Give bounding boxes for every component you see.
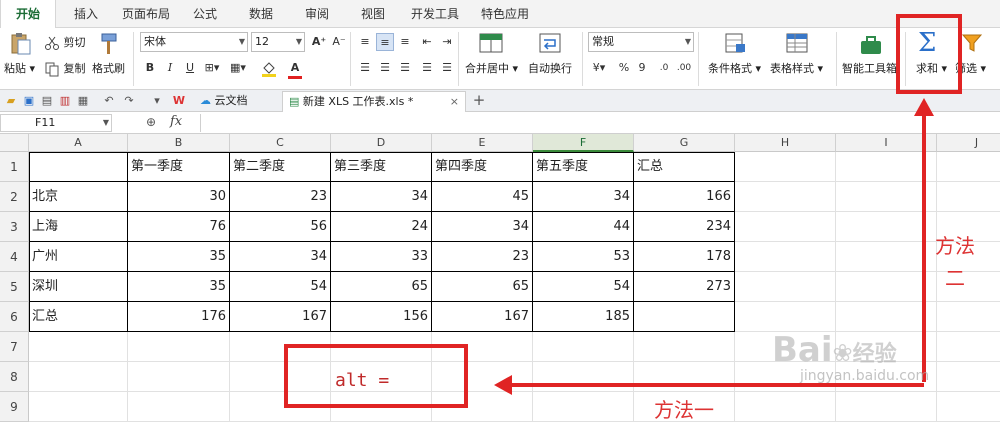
paw-icon: ❀ bbox=[832, 339, 853, 367]
watermark-url: jingyan.baidu.com bbox=[800, 368, 930, 384]
watermark-brand-cn: 经验 bbox=[852, 342, 897, 367]
watermark-brand: Bai bbox=[772, 330, 833, 370]
baidu-watermark: Bai❀经验 bbox=[772, 330, 897, 370]
arrow-left-head bbox=[494, 375, 512, 395]
arrow-up-head bbox=[914, 98, 934, 116]
